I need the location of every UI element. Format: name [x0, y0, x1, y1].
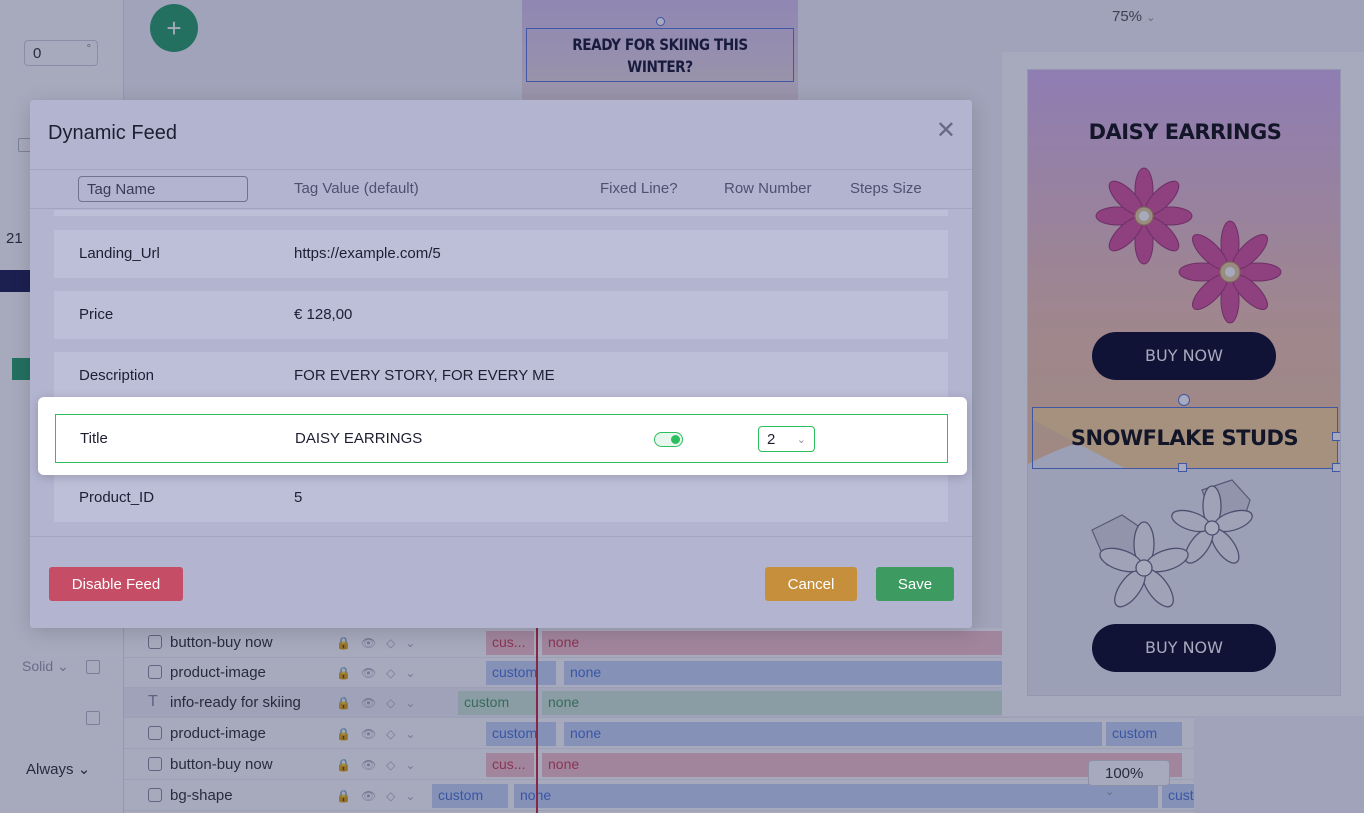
- cancel-button[interactable]: Cancel: [765, 567, 857, 601]
- feed-table-header: Tag Value (default) Fixed Line? Row Numb…: [30, 169, 972, 209]
- list-item[interactable]: Price € 128,00: [54, 291, 948, 339]
- list-item: [54, 210, 948, 216]
- col-fixed-line: Fixed Line?: [600, 180, 678, 197]
- col-row-number: Row Number: [724, 180, 812, 197]
- row-tag-name: Title: [80, 430, 108, 447]
- table-row-title[interactable]: Title DAISY EARRINGS 2 ⌄: [55, 414, 948, 463]
- col-tag-value: Tag Value (default): [294, 180, 419, 197]
- close-icon[interactable]: ✕: [936, 116, 956, 145]
- toggle-knob: [671, 435, 680, 444]
- fixed-line-toggle[interactable]: [654, 432, 683, 447]
- save-button[interactable]: Save: [876, 567, 954, 601]
- modal-title: Dynamic Feed: [48, 122, 177, 144]
- dynamic-feed-modal: Dynamic Feed ✕ Tag Value (default) Fixed…: [30, 100, 972, 628]
- chevron-down-icon: ⌄: [796, 434, 806, 446]
- footer-divider: [30, 536, 972, 537]
- list-item[interactable]: Description FOR EVERY STORY, FOR EVERY M…: [54, 352, 948, 400]
- feed-rows-list[interactable]: Landing_Url https://example.com/5 Price …: [30, 210, 972, 536]
- col-steps-size: Steps Size: [850, 180, 922, 197]
- highlighted-feed-row: Title DAISY EARRINGS 2 ⌄: [38, 397, 967, 475]
- list-item[interactable]: Product_ID 5: [54, 474, 948, 522]
- row-tag-value: DAISY EARRINGS: [295, 430, 423, 447]
- list-item[interactable]: Landing_Url https://example.com/5: [54, 230, 948, 278]
- row-number-select[interactable]: 2 ⌄: [758, 426, 815, 452]
- disable-feed-button[interactable]: Disable Feed: [49, 567, 183, 601]
- tag-name-filter-input[interactable]: [78, 176, 248, 202]
- row-number-value: 2: [767, 431, 776, 448]
